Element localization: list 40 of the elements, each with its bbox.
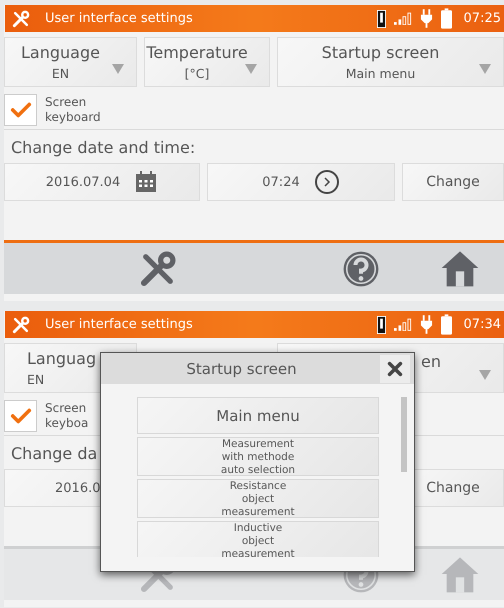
battery-icon	[440, 314, 452, 335]
date-field[interactable]: 2016.07.04	[4, 163, 200, 201]
checkbox[interactable]	[4, 400, 37, 432]
close-icon	[386, 360, 404, 378]
caret-icon	[479, 370, 491, 380]
caret-icon	[112, 64, 124, 74]
plug-icon	[420, 315, 433, 334]
close-button[interactable]	[380, 355, 410, 383]
option-button[interactable]: Measurement with methode auto selection	[137, 437, 379, 476]
section-label: Change da	[11, 444, 98, 463]
checkbox-label: Screen keyboa	[45, 401, 90, 431]
clock-time: 07:34	[464, 317, 501, 332]
option-button[interactable]: Main menu	[137, 397, 379, 434]
time-field[interactable]: 07:24	[207, 163, 395, 201]
memory-card-icon	[376, 316, 386, 334]
checkbox-label: Screen keyboard	[45, 95, 102, 125]
memory-card-icon	[376, 10, 386, 28]
screen-title: User interface settings	[45, 317, 194, 332]
signal-icon	[394, 318, 412, 331]
option-button[interactable]: Resistance object measurement	[137, 479, 379, 518]
section-label: Change date and time:	[11, 138, 196, 157]
battery-icon	[440, 8, 452, 29]
dropdown[interactable]: Temperature [°C]	[144, 37, 270, 87]
change-button[interactable]: Change	[402, 163, 504, 201]
clock-icon	[314, 169, 340, 195]
tools-icon	[11, 8, 31, 28]
screen-title: User interface settings	[45, 11, 194, 26]
signal-icon	[394, 12, 412, 25]
caret-icon	[245, 64, 257, 74]
checkbox[interactable]	[4, 94, 37, 126]
dropdown[interactable]: Language EN	[4, 37, 137, 87]
clock-time: 07:25	[464, 11, 501, 26]
dropdown[interactable]: Startup screen Main menu	[277, 37, 504, 87]
help-icon[interactable]	[342, 250, 380, 288]
tools-icon	[11, 314, 31, 334]
calendar-icon	[134, 170, 158, 194]
caret-icon	[479, 64, 491, 74]
option-button[interactable]: Inductive object measurement	[137, 521, 379, 557]
plug-icon	[420, 9, 433, 28]
scrollbar[interactable]	[401, 397, 407, 472]
